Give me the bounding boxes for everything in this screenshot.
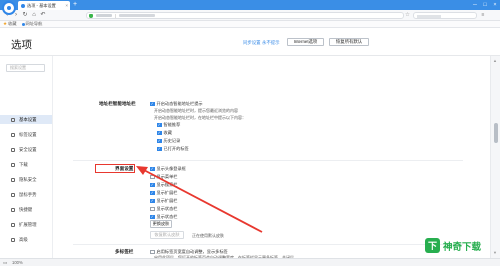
security-shield-icon <box>89 13 93 18</box>
zoom-level[interactable]: 100% <box>12 260 23 265</box>
browser-logo-icon[interactable] <box>2 1 16 15</box>
new-tab-button[interactable]: + <box>73 1 77 9</box>
watermark-text: 神奇下载 <box>443 241 482 253</box>
bookmark-label: 收藏 <box>8 21 17 26</box>
star-icon: ★ <box>3 21 8 26</box>
search-box[interactable] <box>413 12 477 19</box>
menu-icon[interactable]: ≡ <box>480 12 486 19</box>
refresh-button[interactable]: ↻ <box>21 11 29 20</box>
address-bar[interactable] <box>86 12 404 19</box>
globe-icon <box>21 22 25 26</box>
search-box-blurred-text <box>417 15 441 18</box>
bookmark-label: 网址导航 <box>25 21 43 26</box>
undo-close-button[interactable]: ↶ <box>39 11 47 20</box>
tab-favicon-icon <box>21 3 25 8</box>
scroll-down-icon[interactable]: ▼ <box>493 250 497 255</box>
bookmark-favorites[interactable]: ★ 收藏 <box>3 21 17 27</box>
address-blurred-url <box>119 14 155 17</box>
scroll-thumb[interactable] <box>494 123 498 143</box>
tab-close-icon[interactable]: × <box>65 3 68 8</box>
arrow-shaft <box>141 168 263 233</box>
tab-options[interactable]: 选项 - 基本设置 × <box>18 1 70 10</box>
home-button[interactable]: ⌂ <box>30 11 38 20</box>
scrollbar[interactable]: ▲ ▼ <box>490 56 500 258</box>
bookmarks-bar: ★ 收藏 网址导航 <box>0 21 500 28</box>
address-blurred-text <box>96 14 112 17</box>
maximize-button[interactable]: □ <box>480 0 490 10</box>
bookmark-nav[interactable]: 网址导航 <box>21 21 43 27</box>
watermark-logo-icon: 下 <box>425 238 440 253</box>
page-icon: ▭ <box>3 260 8 265</box>
close-window-button[interactable]: × <box>490 0 500 10</box>
status-bar: ▭ 100% <box>0 258 500 266</box>
minimize-button[interactable]: ─ <box>470 0 480 10</box>
address-separator <box>115 13 116 18</box>
bookmark-star-icon[interactable]: ☆ <box>405 12 410 18</box>
tab-title: 选项 - 基本设置 <box>27 2 56 8</box>
scroll-up-icon[interactable]: ▲ <box>493 58 497 63</box>
watermark: 下 神奇下载 <box>425 238 481 253</box>
annotation-arrow <box>136 166 263 233</box>
settings-page: 选项 同步设置 永不提示 Internet选项 恢复所有默认 搜索设置 基本设置… <box>0 28 500 260</box>
